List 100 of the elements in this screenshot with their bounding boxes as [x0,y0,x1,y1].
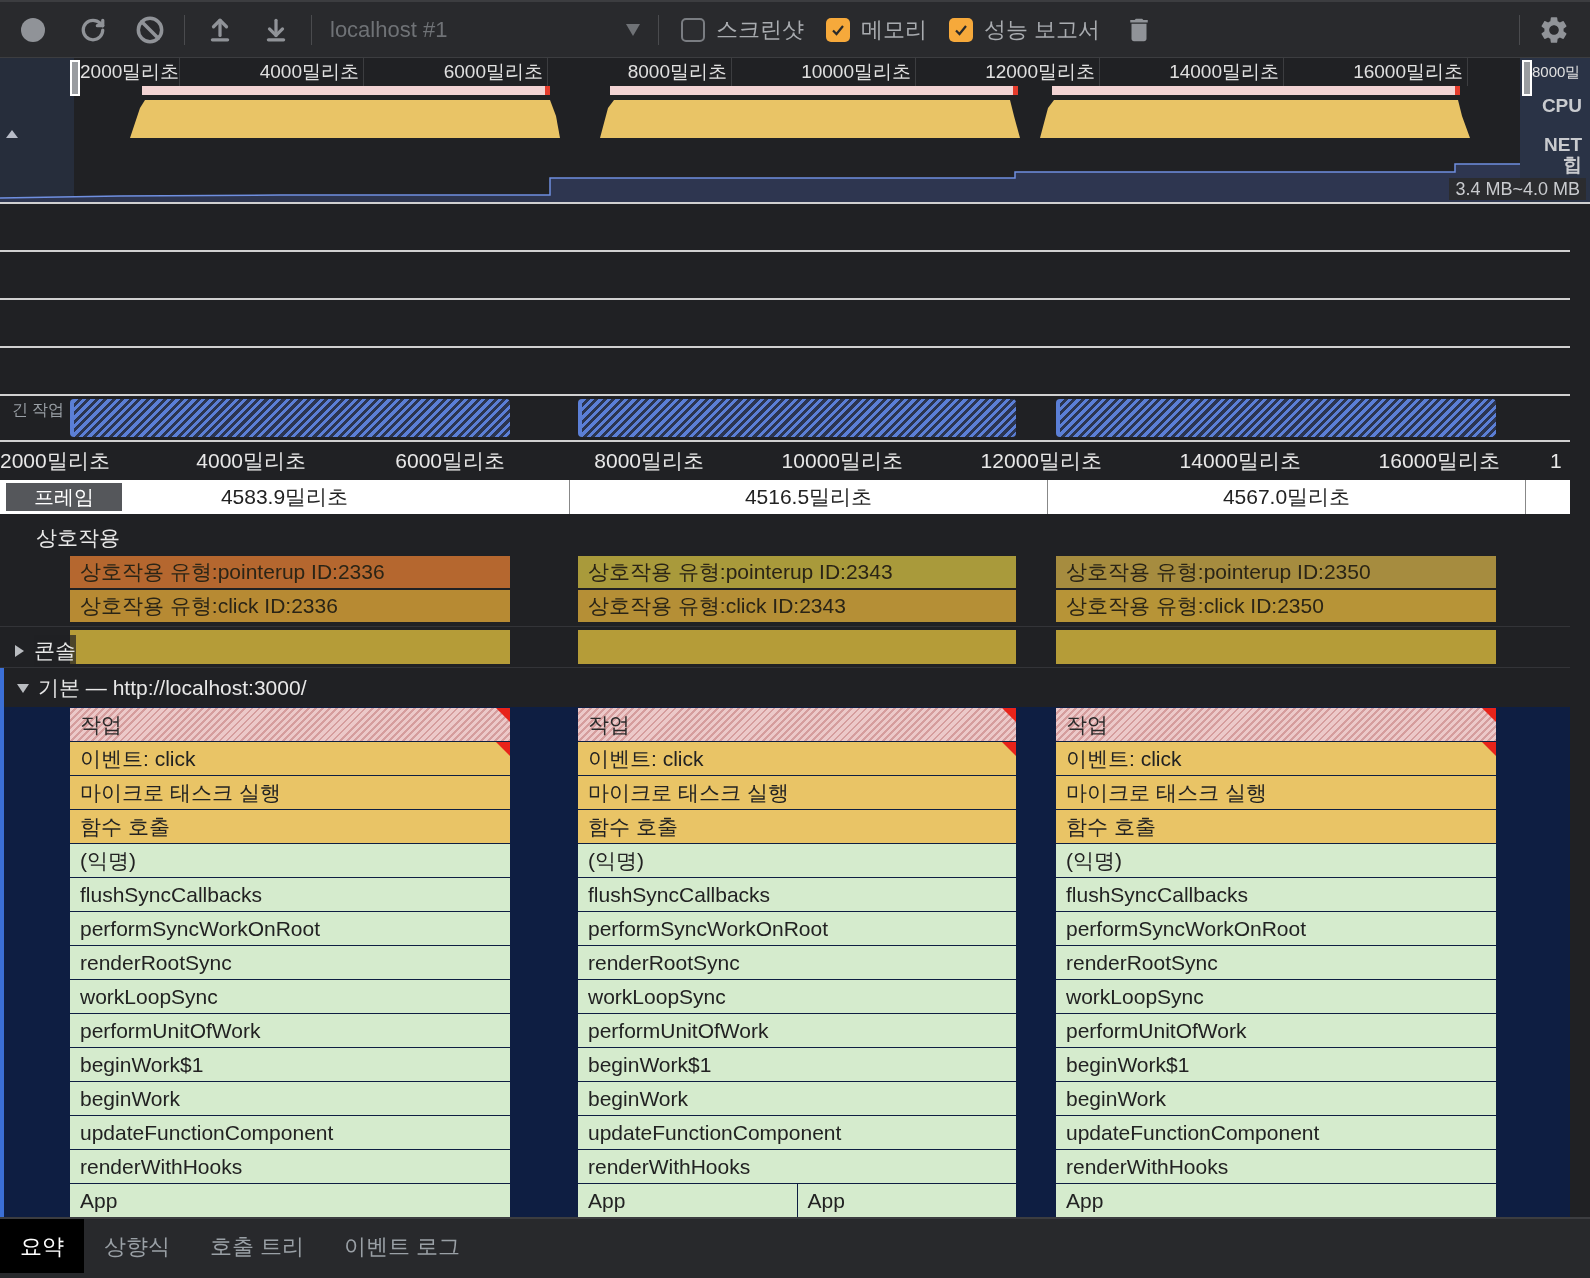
reload-icon[interactable] [80,16,106,43]
flame-block[interactable]: flushSyncCallbacks [70,878,510,911]
track-label: 프레임 [6,483,122,511]
flame-block[interactable]: renderWithHooks [578,1150,1016,1183]
frame-duration[interactable]: 4583.9밀리초 [220,481,349,513]
flame-block[interactable]: updateFunctionComponent [70,1116,510,1149]
long-task-bar[interactable] [1056,399,1496,437]
frame-duration[interactable]: 4516.5밀리초 [744,481,873,513]
checkbox[interactable] [949,17,973,42]
checkbox-label[interactable]: 스크린샷 [716,13,804,46]
flame-block[interactable]: 이벤트: click [578,742,1016,775]
flame-block[interactable]: updateFunctionComponent [578,1116,1016,1149]
interaction-bar[interactable]: 상호작용 유형:click ID:2336 [70,590,510,622]
ruler-label: 8000밀리초 [627,61,727,82]
ruler-label: 6000밀리초 [395,449,505,473]
ruler-label: 16000밀리초 [1378,449,1500,473]
checkbox-label[interactable]: 성능 보고서 [984,13,1101,46]
long-task-bar[interactable] [70,399,510,437]
flame-block[interactable]: flushSyncCallbacks [578,878,1016,911]
cpu-usage-area [6,130,18,138]
flame-block[interactable]: beginWork$1 [578,1048,1016,1081]
flame-block[interactable]: App [797,1184,1016,1217]
flame-block[interactable]: renderWithHooks [70,1150,510,1183]
track-title: 상호작용 [36,525,121,551]
tab[interactable]: 상향식 [84,1219,190,1273]
flame-block[interactable]: App [70,1184,510,1217]
ruler-label: 10000밀리초 [801,61,911,82]
flame-block[interactable]: 마이크로 태스크 실행 [70,776,510,809]
flame-block[interactable]: 작업 [70,708,510,741]
console-expand-icon[interactable] [12,643,26,658]
track-label: 힙 [1563,154,1582,175]
ruler-label: 8000밀리초 [594,449,704,473]
flame-block[interactable]: 마이크로 태스크 실행 [578,776,1016,809]
flame-block[interactable]: App [578,1184,797,1217]
track-title[interactable]: 콘솔 [34,635,76,667]
flame-block[interactable]: (익명) [70,844,510,877]
ruler-label: 8000밀 [1532,62,1581,82]
flame-block[interactable]: performSyncWorkOnRoot [578,912,1016,945]
flame-block[interactable]: renderRootSync [1056,946,1496,979]
flame-block[interactable]: workLoopSync [578,980,1016,1013]
flame-block[interactable]: beginWork [578,1082,1016,1115]
flame-block[interactable]: performUnitOfWork [578,1014,1016,1047]
ruler-label: 14000밀리초 [1179,449,1301,473]
flame-block[interactable]: 함수 호출 [578,810,1016,843]
ruler-label: 12000밀리초 [980,449,1102,473]
flame-block[interactable]: updateFunctionComponent [1056,1116,1496,1149]
checkbox[interactable] [826,17,850,42]
flame-block[interactable]: renderWithHooks [1056,1150,1496,1183]
ruler-label: 10000밀리초 [781,449,903,473]
long-task-bar[interactable] [578,399,1016,437]
flame-block[interactable]: 작업 [1056,708,1496,741]
checkbox-label[interactable]: 메모리 [861,13,927,46]
interaction-bar[interactable]: 상호작용 유형:click ID:2343 [578,590,1016,622]
ruler-label: 16000밀리초 [1353,61,1463,82]
flame-block[interactable]: beginWork$1 [70,1048,510,1081]
ruler-label: 2000밀리초 [0,449,110,473]
flame-block[interactable]: 마이크로 태스크 실행 [1056,776,1496,809]
ruler-label: 1 [1550,448,1562,475]
track-label: NET [1544,134,1582,155]
interaction-bar[interactable]: 상호작용 유형:pointerup ID:2336 [70,556,510,588]
flame-block[interactable]: beginWork$1 [1056,1048,1496,1081]
track-title[interactable]: 기본 — http://localhost:3000/ [38,671,307,704]
flame-block[interactable]: 함수 호출 [70,810,510,843]
flame-block[interactable]: 이벤트: click [70,742,510,775]
range-handle[interactable] [1522,60,1532,96]
tab[interactable]: 이벤트 로그 [324,1219,481,1273]
interaction-bar[interactable]: 상호작용 유형:pointerup ID:2343 [578,556,1016,588]
flame-block[interactable]: App [1056,1184,1496,1217]
flame-block[interactable]: (익명) [578,844,1016,877]
frame-duration[interactable]: 4567.0밀리초 [1222,481,1351,513]
flame-block[interactable]: flushSyncCallbacks [1056,878,1496,911]
ruler-label: 4000밀리초 [196,449,306,473]
flame-block[interactable]: workLoopSync [1056,980,1496,1013]
dropdown-caret-icon [626,23,640,36]
track-label: CPU [1541,94,1582,118]
ruler-label: 12000밀리초 [985,61,1095,82]
interaction-bar[interactable]: 상호작용 유형:click ID:2350 [1056,590,1496,622]
flame-block[interactable]: beginWork [1056,1082,1496,1115]
clear-icon[interactable] [136,15,164,44]
flame-block[interactable]: 함수 호출 [1056,810,1496,843]
flame-block[interactable]: renderRootSync [70,946,510,979]
flame-block[interactable]: 작업 [578,708,1016,741]
flame-block[interactable]: performSyncWorkOnRoot [70,912,510,945]
tab[interactable]: 요약 [0,1219,84,1273]
flame-block[interactable]: beginWork [70,1082,510,1115]
flame-block[interactable]: (익명) [1056,844,1496,877]
interaction-bar[interactable]: 상호작용 유형:pointerup ID:2350 [1056,556,1496,588]
ruler-label: 6000밀리초 [443,61,543,82]
ruler-label: 14000밀리초 [1169,61,1279,82]
flame-block[interactable]: workLoopSync [70,980,510,1013]
tab[interactable]: 호출 트리 [190,1219,325,1273]
flame-block[interactable]: performUnitOfWork [70,1014,510,1047]
heap-range-label: 3.4 MB~4.0 MB [1449,178,1586,200]
flame-block[interactable]: 이벤트: click [1056,742,1496,775]
flame-block[interactable]: performSyncWorkOnRoot [1056,912,1496,945]
checkbox[interactable] [681,17,705,42]
range-handle[interactable] [70,60,80,96]
record-icon[interactable] [20,16,46,43]
flame-block[interactable]: performUnitOfWork [1056,1014,1496,1047]
flame-block[interactable]: renderRootSync [578,946,1016,979]
